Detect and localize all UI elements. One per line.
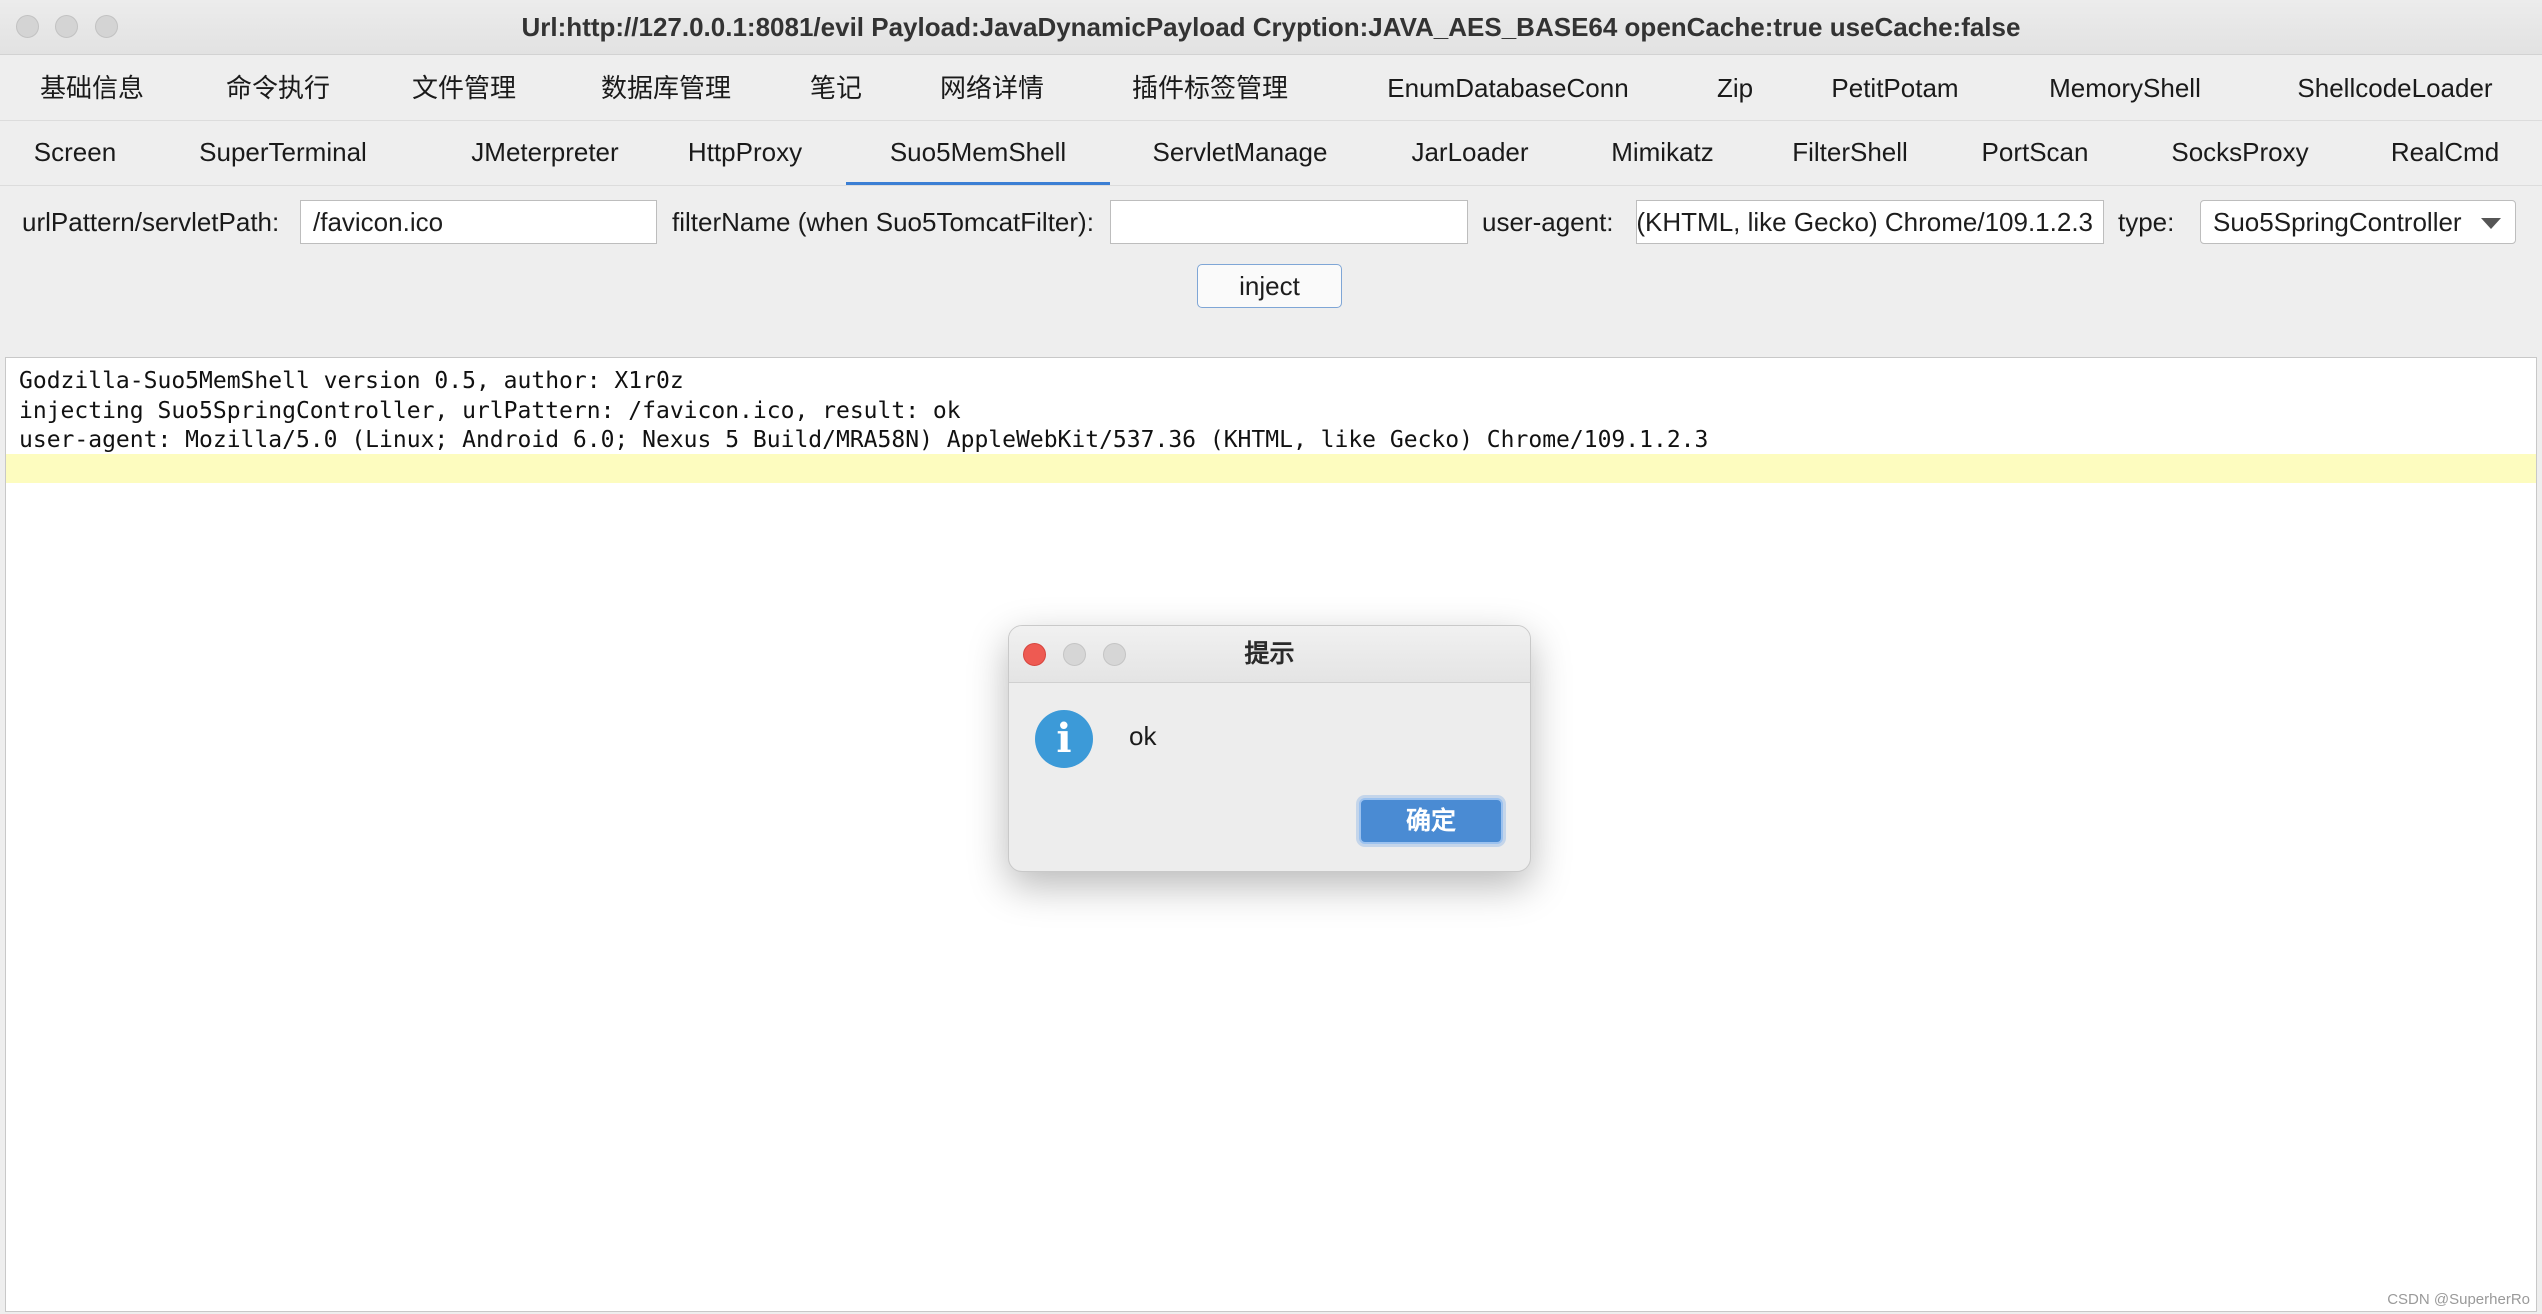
tab-superterminal[interactable]: SuperTerminal [178,122,388,182]
tab-database-manager[interactable]: 数据库管理 [566,58,766,118]
dialog-title-bar: 提示 [1009,626,1530,683]
tab-memoryshell[interactable]: MemoryShell [2030,58,2220,118]
tab-network-details[interactable]: 网络详情 [910,58,1074,118]
watermark: CSDN @SuperherRo [2387,1291,2530,1308]
tab-content-divider [0,185,2542,186]
user-agent-value: Mozilla/5.0 (Linux; Android 6.0; Nexus 5… [1636,207,2093,237]
tab-socksproxy[interactable]: SocksProxy [2150,122,2330,182]
dialog-ok-button[interactable]: 确定 [1359,798,1503,844]
tab-filtershell[interactable]: FilterShell [1775,122,1925,182]
tab-file-manager[interactable]: 文件管理 [382,58,546,118]
tab-enum-database-conn[interactable]: EnumDatabaseConn [1360,58,1656,118]
type-select[interactable]: Suo5SpringController [2200,200,2516,244]
type-label: type: [2118,207,2175,237]
current-line-highlight [6,454,2536,483]
user-agent-input[interactable]: Mozilla/5.0 (Linux; Android 6.0; Nexus 5… [1636,200,2104,244]
tab-mimikatz[interactable]: Mimikatz [1590,122,1735,182]
tab-screen[interactable]: Screen [10,122,140,182]
tab-portscan[interactable]: PortScan [1960,122,2110,182]
filter-name-label: filterName (when Suo5TomcatFilter): [672,207,1094,237]
app-window: Url:http://127.0.0.1:8081/evil Payload:J… [0,0,2542,1314]
tab-petitpotam[interactable]: PetitPotam [1810,58,1980,118]
title-bar: Url:http://127.0.0.1:8081/evil Payload:J… [0,0,2542,55]
url-pattern-label: urlPattern/servletPath: [22,207,280,237]
dialog-title: 提示 [1244,640,1295,668]
type-select-value: Suo5SpringController [2213,207,2462,237]
tab-shellcodeloader[interactable]: ShellcodeLoader [2270,58,2520,118]
inject-button[interactable]: inject [1197,264,1342,308]
tab-plugin-tags[interactable]: 插件标签管理 [1100,58,1320,118]
tab-suo5memshell[interactable]: Suo5MemShell [846,122,1110,186]
output-line: injecting Suo5SpringController, urlPatte… [19,398,961,424]
filter-name-input[interactable] [1110,200,1468,244]
tab-jarloader[interactable]: JarLoader [1390,122,1550,182]
message-dialog: 提示 i ok 确定 [1008,625,1531,872]
tab-httpproxy[interactable]: HttpProxy [665,122,825,182]
tab-row-divider [0,120,2542,121]
url-pattern-input[interactable]: /favicon.ico [300,200,657,244]
tab-notes[interactable]: 笔记 [790,58,882,118]
chevron-down-icon [2481,218,2501,229]
tab-zip[interactable]: Zip [1680,58,1790,118]
tab-jmeterpreter[interactable]: JMeterpreter [440,122,650,182]
tab-realcmd[interactable]: RealCmd [2370,122,2520,182]
output-line: user-agent: Mozilla/5.0 (Linux; Android … [19,427,1709,453]
info-icon: i [1035,710,1093,768]
tab-servletmanage[interactable]: ServletManage [1140,122,1340,182]
user-agent-label: user-agent: [1482,207,1614,237]
tab-basic-info[interactable]: 基础信息 [10,58,174,118]
output-line: Godzilla-Suo5MemShell version 0.5, autho… [19,368,684,394]
tab-command-exec[interactable]: 命令执行 [196,58,360,118]
window-title: Url:http://127.0.0.1:8081/evil Payload:J… [521,12,2021,42]
dialog-message: ok [1129,721,1157,751]
